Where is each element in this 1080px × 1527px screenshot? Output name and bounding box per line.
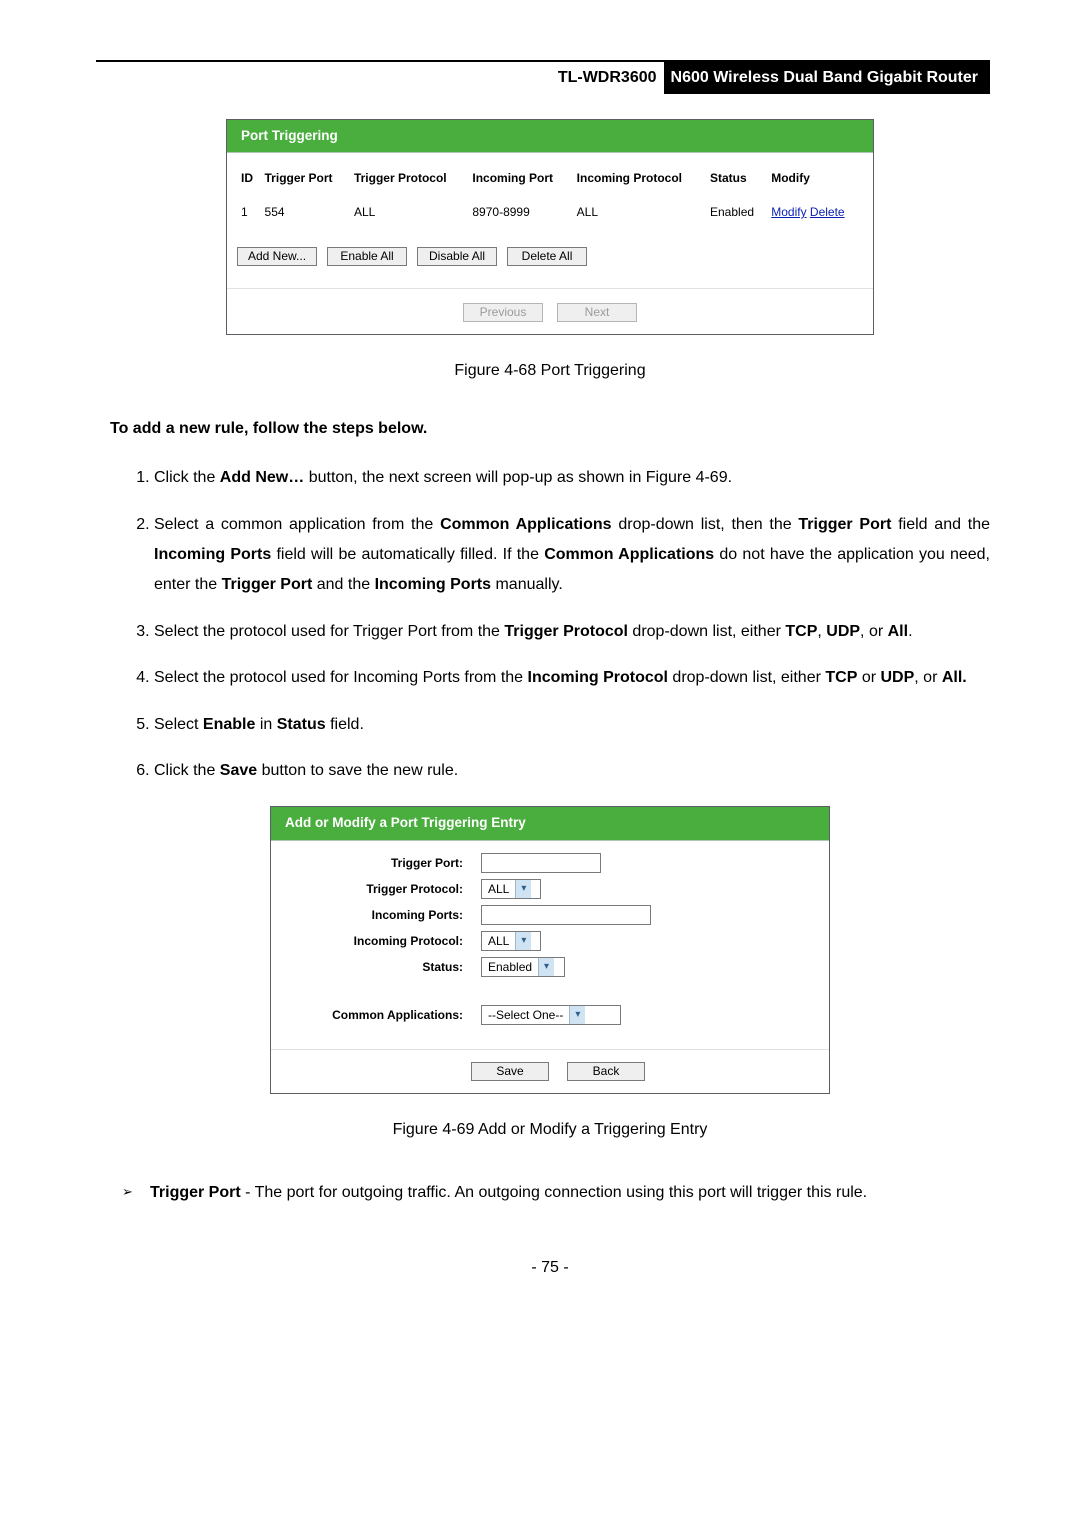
port-triggering-table: ID Trigger Port Trigger Protocol Incomin… [237, 165, 863, 225]
trigger-protocol-select[interactable]: ALL ▾ [481, 879, 541, 899]
incoming-protocol-select[interactable]: ALL ▾ [481, 931, 541, 951]
step-1: Click the Add New… button, the next scre… [154, 455, 990, 501]
modify-link[interactable]: Modify [771, 205, 806, 219]
step-4: Select the protocol used for Incoming Po… [154, 655, 990, 701]
panel-title: Add or Modify a Port Triggering Entry [271, 807, 829, 840]
figure-caption-68: Figure 4-68 Port Triggering [110, 345, 990, 411]
status-select[interactable]: Enabled ▾ [481, 957, 565, 977]
incoming-ports-input[interactable] [481, 905, 651, 925]
next-button[interactable]: Next [557, 303, 637, 322]
incoming-protocol-value: ALL [482, 932, 515, 950]
step-6: Click the Save button to save the new ru… [154, 748, 990, 794]
step-5: Select Enable in Status field. [154, 702, 990, 748]
header-model-desc: N600 Wireless Dual Band Gigabit Router [664, 62, 990, 94]
col-trigger-port: Trigger Port [261, 165, 350, 199]
section-heading: To add a new rule, follow the steps belo… [110, 411, 990, 455]
cell-status: Enabled [706, 199, 767, 225]
col-id: ID [237, 165, 261, 199]
col-status: Status [706, 165, 767, 199]
back-button[interactable]: Back [567, 1062, 645, 1081]
label-trigger-port: Trigger Port: [281, 854, 481, 872]
page-header: TL-WDR3600 N600 Wireless Dual Band Gigab… [96, 60, 990, 94]
previous-button[interactable]: Previous [463, 303, 543, 322]
delete-all-button[interactable]: Delete All [507, 247, 587, 266]
delete-link[interactable]: Delete [810, 205, 845, 219]
label-status: Status: [281, 958, 481, 976]
label-common-apps: Common Applications: [281, 1006, 481, 1024]
col-trigger-protocol: Trigger Protocol [350, 165, 468, 199]
cell-iport: 8970-8999 [468, 199, 572, 225]
col-incoming-port: Incoming Port [468, 165, 572, 199]
page-number: - 75 - [110, 1208, 990, 1280]
cell-iproto: ALL [573, 199, 706, 225]
add-new-button[interactable]: Add New... [237, 247, 317, 266]
note-trigger-port: Trigger Port - The port for outgoing tra… [122, 1170, 990, 1208]
chevron-down-icon: ▾ [515, 880, 531, 898]
step-2: Select a common application from the Com… [154, 502, 990, 609]
cell-id: 1 [237, 199, 261, 225]
port-triggering-panel: Port Triggering ID Trigger Port Trigger … [226, 119, 874, 335]
figure-caption-69: Figure 4-69 Add or Modify a Triggering E… [110, 1104, 990, 1170]
col-modify: Modify [767, 165, 863, 199]
trigger-protocol-value: ALL [482, 880, 515, 898]
status-value: Enabled [482, 958, 538, 976]
cell-modify-links: Modify Delete [767, 199, 863, 225]
enable-all-button[interactable]: Enable All [327, 247, 407, 266]
trigger-port-input[interactable] [481, 853, 601, 873]
save-button[interactable]: Save [471, 1062, 549, 1081]
cell-tproto: ALL [350, 199, 468, 225]
common-apps-select[interactable]: --Select One-- ▾ [481, 1005, 621, 1025]
chevron-down-icon: ▾ [569, 1006, 585, 1024]
add-modify-panel: Add or Modify a Port Triggering Entry Tr… [270, 806, 830, 1093]
col-incoming-protocol: Incoming Protocol [573, 165, 706, 199]
table-row: 1 554 ALL 8970-8999 ALL Enabled Modify D… [237, 199, 863, 225]
cell-tport: 554 [261, 199, 350, 225]
header-model: TL-WDR3600 [548, 62, 664, 94]
notes-list: Trigger Port - The port for outgoing tra… [110, 1170, 990, 1208]
step-3: Select the protocol used for Trigger Por… [154, 609, 990, 655]
label-incoming-protocol: Incoming Protocol: [281, 932, 481, 950]
table-header-row: ID Trigger Port Trigger Protocol Incomin… [237, 165, 863, 199]
chevron-down-icon: ▾ [515, 932, 531, 950]
common-apps-value: --Select One-- [482, 1006, 569, 1024]
steps-list: Click the Add New… button, the next scre… [110, 455, 990, 794]
panel-title: Port Triggering [227, 120, 873, 153]
label-incoming-ports: Incoming Ports: [281, 906, 481, 924]
label-trigger-protocol: Trigger Protocol: [281, 880, 481, 898]
disable-all-button[interactable]: Disable All [417, 247, 497, 266]
chevron-down-icon: ▾ [538, 958, 554, 976]
